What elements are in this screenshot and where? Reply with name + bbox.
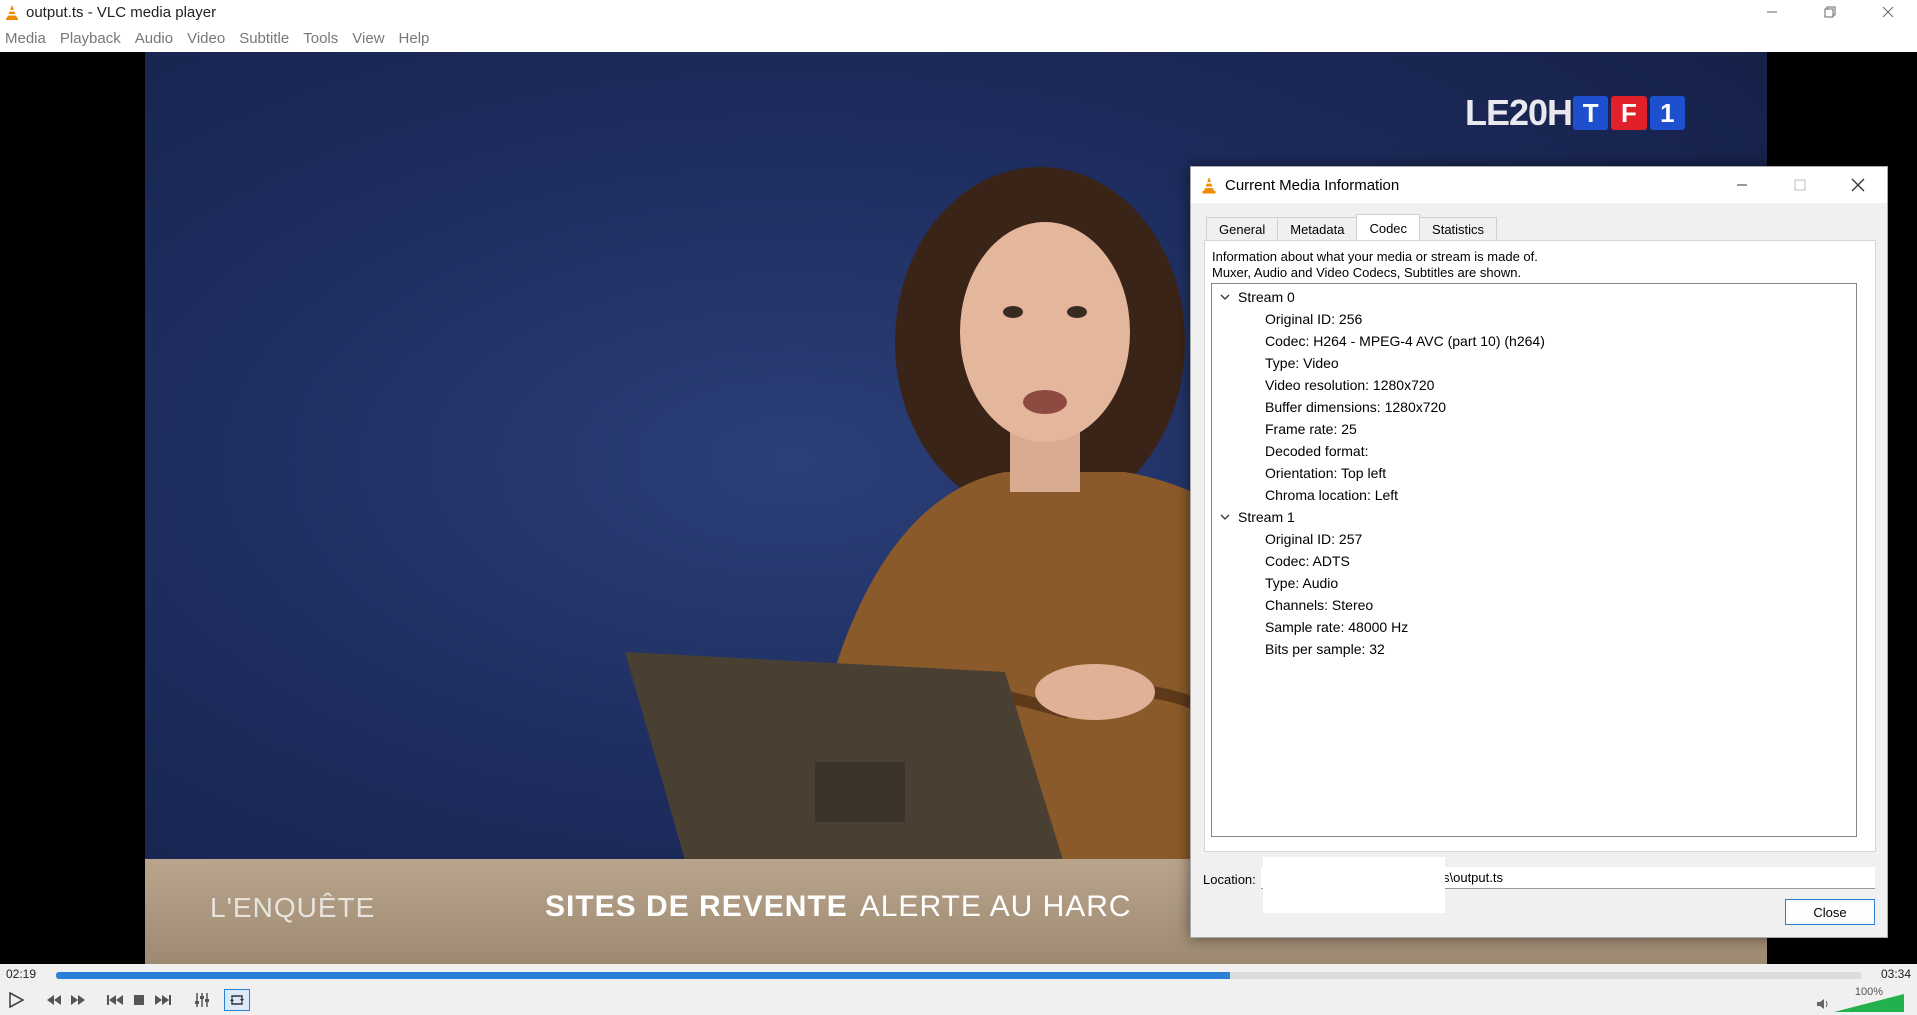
minimize-button[interactable] xyxy=(1743,0,1801,24)
tf1-logo: T F 1 xyxy=(1573,96,1685,130)
dialog-tabs: General Metadata Codec Statistics xyxy=(1206,214,1498,241)
menu-media[interactable]: Media xyxy=(0,30,55,47)
volume-slider[interactable] xyxy=(1834,994,1904,1012)
tree-detail-row[interactable]: Original ID: 257 xyxy=(1212,528,1856,550)
menu-bar: Media Playback Audio Video Subtitle Tool… xyxy=(0,24,1917,52)
play-button[interactable] xyxy=(0,988,32,1012)
dialog-minimize-button[interactable] xyxy=(1713,167,1771,203)
volume-control[interactable]: 100% xyxy=(1816,986,1911,1012)
dialog-close-button[interactable] xyxy=(1829,167,1887,203)
media-info-dialog: Current Media Information General Metada… xyxy=(1190,166,1888,938)
tree-detail-row[interactable]: Codec: ADTS xyxy=(1212,550,1856,572)
window-titlebar: output.ts - VLC media player xyxy=(0,0,1917,24)
window-title: output.ts - VLC media player xyxy=(26,3,217,21)
tree-detail-row[interactable]: Codec: H264 - MPEG-4 AVC (part 10) (h264… xyxy=(1212,330,1856,352)
dialog-title: Current Media Information xyxy=(1225,176,1400,194)
menu-help[interactable]: Help xyxy=(394,30,439,47)
previous-button[interactable] xyxy=(102,988,128,1012)
codec-description: Information about what your media or str… xyxy=(1212,249,1538,281)
time-total[interactable]: 03:34 xyxy=(1881,967,1911,981)
tab-codec[interactable]: Codec xyxy=(1356,214,1421,240)
stream-1-row[interactable]: Stream 1 xyxy=(1212,506,1856,528)
maximize-icon xyxy=(1794,179,1806,191)
close-icon xyxy=(1882,6,1894,18)
restore-icon xyxy=(1824,6,1836,18)
tree-detail-row[interactable]: Decoded format: xyxy=(1212,440,1856,462)
skip-previous-icon xyxy=(107,994,123,1005)
extended-settings-button[interactable] xyxy=(188,988,216,1012)
codec-description-line1: Information about what your media or str… xyxy=(1212,249,1538,264)
menu-playback[interactable]: Playback xyxy=(55,30,130,47)
menu-tools[interactable]: Tools xyxy=(298,30,347,47)
codec-pane: Information about what your media or str… xyxy=(1204,240,1876,852)
seek-progress xyxy=(56,972,1230,979)
menu-audio[interactable]: Audio xyxy=(130,30,182,47)
stop-button[interactable] xyxy=(128,988,150,1012)
tab-metadata[interactable]: Metadata xyxy=(1277,217,1358,241)
play-icon xyxy=(9,991,25,1008)
chevron-down-icon[interactable] xyxy=(1212,513,1238,521)
tree-detail-row[interactable]: Type: Audio xyxy=(1212,572,1856,594)
fast-forward-icon xyxy=(71,994,85,1005)
tree-detail-row[interactable]: Type: Video xyxy=(1212,352,1856,374)
stop-icon xyxy=(134,994,144,1005)
stream-0-label: Stream 0 xyxy=(1238,289,1295,305)
tree-detail-row[interactable]: Original ID: 256 xyxy=(1212,308,1856,330)
lower-third-headline: SITES DE REVENTE ALERTE AU HARC xyxy=(545,890,1132,924)
tree-detail-row[interactable]: Video resolution: 1280x720 xyxy=(1212,374,1856,396)
tf1-logo-t: T xyxy=(1573,96,1609,130)
lower-third-title: SITES DE REVENTE xyxy=(545,890,848,923)
codec-description-line2: Muxer, Audio and Video Codecs, Subtitles… xyxy=(1212,265,1522,280)
seek-slider[interactable] xyxy=(56,972,1862,979)
tree-detail-row[interactable]: Orientation: Top left xyxy=(1212,462,1856,484)
close-button[interactable]: Close xyxy=(1785,899,1875,925)
equalizer-icon xyxy=(195,992,209,1007)
tree-detail-row[interactable]: Channels: Stereo xyxy=(1212,594,1856,616)
tf1-logo-1: 1 xyxy=(1649,96,1685,130)
dialog-titlebar: Current Media Information xyxy=(1191,167,1887,203)
redaction-box xyxy=(1263,857,1445,913)
lower-third-sub: ALERTE AU HARC xyxy=(859,890,1132,923)
loop-button[interactable] xyxy=(224,988,250,1011)
chevron-down-icon[interactable] xyxy=(1212,293,1238,301)
playback-controls: 100% xyxy=(0,984,1917,1015)
close-icon xyxy=(1851,178,1865,192)
minimize-icon xyxy=(1767,11,1777,13)
stream-1-label: Stream 1 xyxy=(1238,509,1295,525)
seek-bar-row: 02:19 03:34 xyxy=(0,964,1917,984)
next-button[interactable] xyxy=(150,988,176,1012)
channel-text: LE20H xyxy=(1465,92,1573,133)
close-window-button[interactable] xyxy=(1859,0,1917,24)
vlc-cone-icon xyxy=(6,5,18,20)
time-elapsed[interactable]: 02:19 xyxy=(6,967,36,981)
rewind-icon xyxy=(47,994,61,1005)
codec-tree[interactable]: Stream 0 Original ID: 256 Codec: H264 - … xyxy=(1211,283,1857,837)
tab-statistics[interactable]: Statistics xyxy=(1419,217,1498,241)
restore-button[interactable] xyxy=(1801,0,1859,24)
vlc-cone-icon xyxy=(1202,177,1216,194)
menu-view[interactable]: View xyxy=(347,30,393,47)
speaker-icon[interactable] xyxy=(1816,998,1830,1010)
tf1-logo-f: F xyxy=(1611,96,1647,130)
dialog-maximize-button[interactable] xyxy=(1771,167,1829,203)
tab-general[interactable]: General xyxy=(1206,217,1279,241)
lower-third-left: L'ENQUÊTE xyxy=(210,892,376,923)
menu-subtitle[interactable]: Subtitle xyxy=(234,30,298,47)
stream-0-row[interactable]: Stream 0 xyxy=(1212,286,1856,308)
tree-detail-row[interactable]: Sample rate: 48000 Hz xyxy=(1212,616,1856,638)
tree-detail-row[interactable]: Chroma location: Left xyxy=(1212,484,1856,506)
tree-detail-row[interactable]: Frame rate: 25 xyxy=(1212,418,1856,440)
location-label: Location: xyxy=(1203,872,1256,887)
seek-forward-button[interactable] xyxy=(66,988,90,1012)
minimize-icon xyxy=(1737,184,1747,186)
seek-backward-button[interactable] xyxy=(42,988,66,1012)
tree-detail-row[interactable]: Buffer dimensions: 1280x720 xyxy=(1212,396,1856,418)
tree-detail-row[interactable]: Bits per sample: 32 xyxy=(1212,638,1856,660)
location-value: s\output.ts xyxy=(1443,870,1503,885)
loop-icon xyxy=(230,994,244,1005)
menu-video[interactable]: Video xyxy=(182,30,234,47)
skip-next-icon xyxy=(155,994,171,1005)
